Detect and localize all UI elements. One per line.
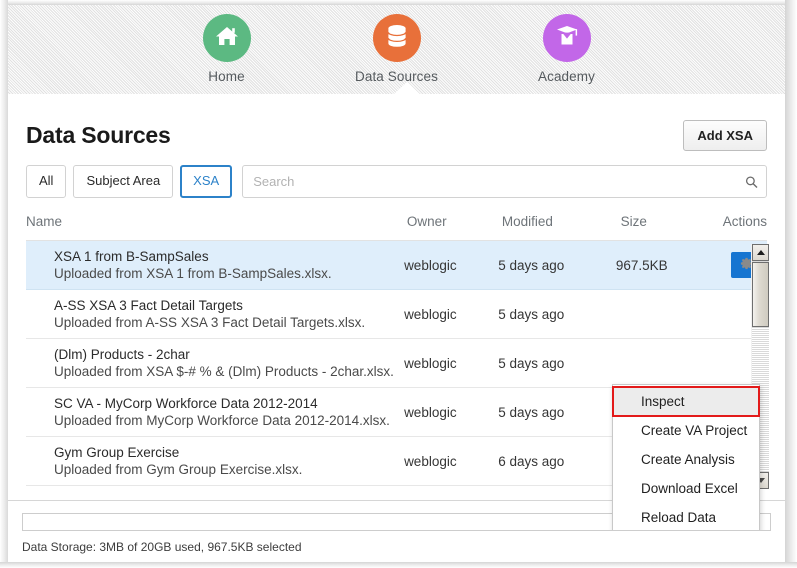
- row-name-description: Uploaded from XSA $-# % & (Dlm) Products…: [54, 364, 394, 379]
- row-name-title: XSA 1 from B-SampSales: [54, 249, 209, 264]
- row-modified: 6 days ago: [498, 453, 565, 469]
- row-name-cell: (Dlm) Products - 2char Uploaded from XSA…: [26, 346, 404, 380]
- row-owner: weblogic: [404, 306, 457, 322]
- page-header: Data Sources Add XSA: [8, 94, 785, 151]
- search-box: [242, 165, 767, 198]
- window-bottom-edge: [0, 562, 797, 568]
- table-row[interactable]: XSA 1 from B-SampSales Uploaded from XSA…: [26, 241, 767, 290]
- data-storage-status: Data Storage: 3MB of 20GB used, 967.5KB …: [22, 540, 302, 554]
- table-header-row: Name Owner Modified Size Actions: [26, 214, 767, 241]
- search-icon[interactable]: [745, 175, 758, 188]
- home-icon: [214, 24, 240, 53]
- row-name-cell: A-SS XSA 3 Fact Detail Targets Uploaded …: [26, 297, 404, 331]
- menu-item-download-excel[interactable]: Download Excel: [613, 474, 759, 503]
- column-header-owner[interactable]: Owner: [407, 214, 502, 229]
- column-header-name[interactable]: Name: [26, 214, 407, 229]
- menu-item-reload-data[interactable]: Reload Data: [613, 503, 759, 530]
- window-left-edge: [0, 0, 8, 568]
- row-name-title: A-SS XSA 3 Fact Detail Targets: [54, 298, 243, 313]
- row-modified: 5 days ago: [498, 355, 565, 371]
- home-icon-circle: [202, 14, 251, 62]
- scrollbar-up-button[interactable]: [752, 244, 769, 261]
- row-name-description: Uploaded from XSA 1 from B-SampSales.xls…: [54, 266, 332, 281]
- row-modified: 5 days ago: [498, 306, 565, 322]
- row-name-cell: XSA 1 from B-SampSales Uploaded from XSA…: [26, 248, 404, 282]
- row-owner: weblogic: [404, 355, 457, 371]
- row-name-title: (Dlm) Products - 2char: [54, 347, 190, 362]
- search-input[interactable]: [243, 166, 766, 197]
- filter-button-xsa[interactable]: XSA: [180, 165, 233, 198]
- filter-button-subject-area[interactable]: Subject Area: [73, 165, 174, 198]
- graduation-cap-icon: [554, 23, 580, 53]
- nav-item-label-home: Home: [208, 69, 245, 84]
- row-owner: weblogic: [404, 404, 457, 420]
- row-name-description: Uploaded from Gym Group Exercise.xlsx.: [54, 462, 303, 477]
- nav-item-home[interactable]: Home: [172, 14, 282, 84]
- column-header-modified[interactable]: Modified: [502, 214, 621, 229]
- scroll-up-arrow-icon: [756, 250, 765, 255]
- actions-context-menu: Inspect Create VA Project Create Analysi…: [612, 384, 760, 530]
- filter-button-all[interactable]: All: [26, 165, 67, 198]
- table-row[interactable]: A-SS XSA 3 Fact Detail Targets Uploaded …: [26, 290, 767, 339]
- global-nav-items: Home Data Sources Academy: [8, 5, 785, 84]
- row-size: 967.5KB: [615, 257, 668, 273]
- table-row[interactable]: (Dlm) Products - 2char Uploaded from XSA…: [26, 339, 767, 388]
- row-modified: 5 days ago: [498, 257, 565, 273]
- window-right-edge: [785, 0, 797, 568]
- nav-item-academy[interactable]: Academy: [512, 14, 622, 84]
- filter-bar: All Subject Area XSA: [8, 151, 785, 198]
- column-header-size[interactable]: Size: [621, 214, 718, 229]
- menu-item-create-va-project[interactable]: Create VA Project: [613, 416, 759, 445]
- row-name-cell: Gym Group Exercise Uploaded from Gym Gro…: [26, 444, 404, 478]
- nav-item-label-academy: Academy: [538, 69, 595, 84]
- application-window: Home Data Sources Academy Data Sources A…: [0, 0, 797, 568]
- page-title: Data Sources: [26, 122, 171, 148]
- row-name-description: Uploaded from MyCorp Workforce Data 2012…: [54, 413, 390, 428]
- global-navigation-bar: Home Data Sources Academy: [8, 5, 785, 95]
- page-body: Data Sources Add XSA All Subject Area XS…: [8, 94, 785, 530]
- nav-item-data-sources[interactable]: Data Sources: [342, 14, 452, 84]
- database-icon-circle: [372, 14, 421, 62]
- row-modified: 5 days ago: [498, 404, 565, 420]
- row-owner: weblogic: [404, 453, 457, 469]
- row-owner: weblogic: [404, 257, 457, 273]
- add-xsa-button[interactable]: Add XSA: [683, 120, 767, 151]
- column-header-actions: Actions: [722, 214, 767, 229]
- graduation-icon-circle: [542, 14, 591, 62]
- scrollbar-thumb[interactable]: [752, 262, 769, 327]
- menu-item-inspect[interactable]: Inspect: [612, 386, 760, 417]
- database-icon: [385, 23, 409, 54]
- row-name-title: Gym Group Exercise: [54, 445, 180, 460]
- menu-item-create-analysis[interactable]: Create Analysis: [613, 445, 759, 474]
- row-name-description: Uploaded from A-SS XSA 3 Fact Detail Tar…: [54, 315, 366, 330]
- row-name-title: SC VA - MyCorp Workforce Data 2012-2014: [54, 396, 318, 411]
- row-name-cell: SC VA - MyCorp Workforce Data 2012-2014 …: [26, 395, 404, 429]
